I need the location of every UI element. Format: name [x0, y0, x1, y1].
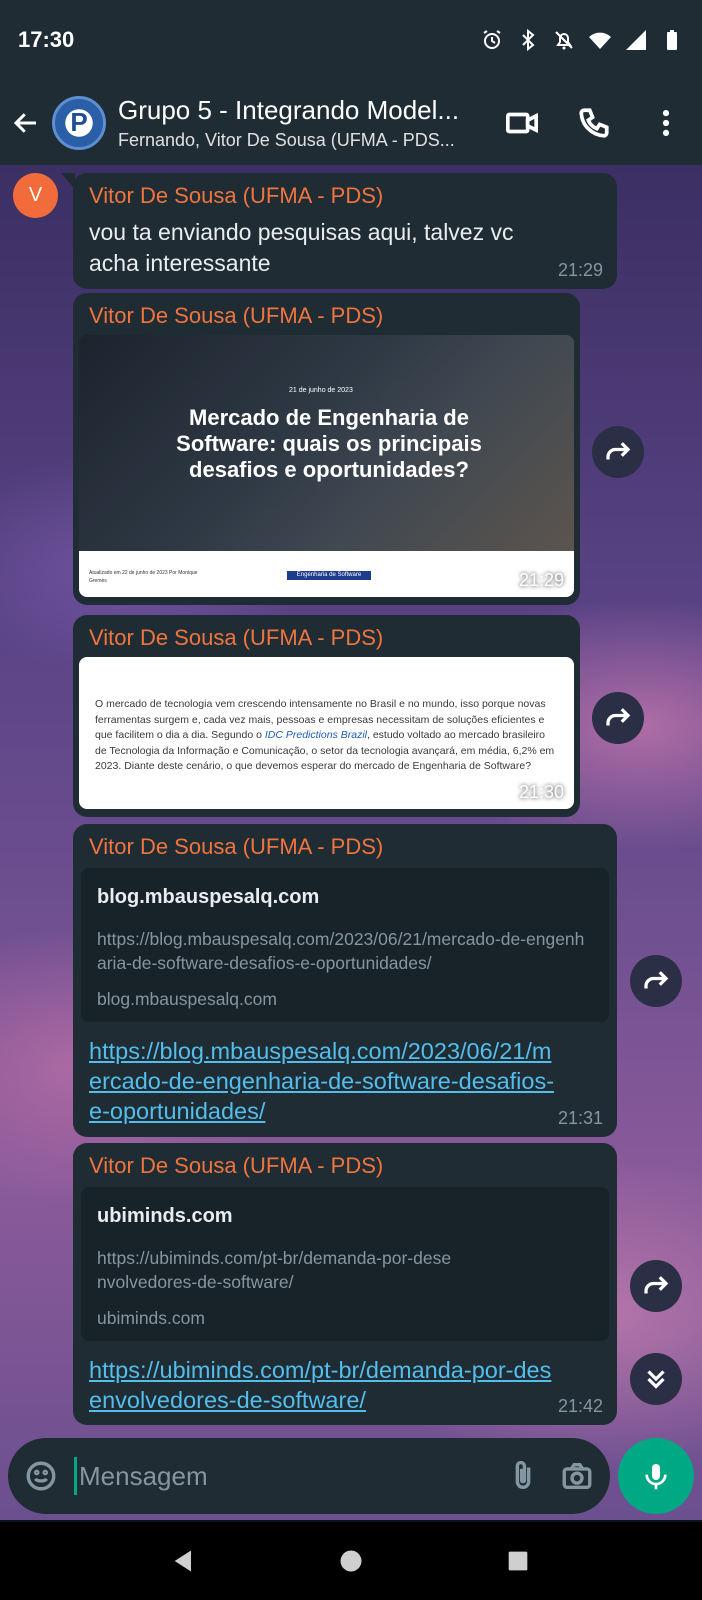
- link-preview-card[interactable]: blog.mbauspesalq.com https://blog.mbausp…: [81, 868, 609, 1022]
- forward-icon: [644, 971, 669, 989]
- link-wrapper: https://blog.mbauspesalq.com/2023/06/21/…: [81, 1036, 561, 1126]
- bluetooth-icon: [522, 28, 535, 52]
- message-composer: Mensagem: [8, 1438, 610, 1514]
- message-text: vou ta enviando pesquisas aqui, talvez v…: [89, 219, 514, 276]
- more-vert-icon: [662, 109, 670, 136]
- nav-recents-icon[interactable]: [504, 1547, 532, 1575]
- sender-name[interactable]: Vitor De Sousa (UFMA - PDS): [89, 625, 566, 651]
- group-avatar[interactable]: P: [52, 95, 106, 150]
- nav-home-icon[interactable]: [337, 1547, 365, 1575]
- back-arrow-icon: [13, 112, 36, 133]
- link-message-bubble[interactable]: Vitor De Sousa (UFMA - PDS) ubiminds.com…: [73, 1143, 617, 1425]
- nav-back-icon[interactable]: [170, 1547, 198, 1575]
- link-message-bubble[interactable]: Vitor De Sousa (UFMA - PDS) blog.mbauspe…: [73, 824, 617, 1137]
- sender-avatar[interactable]: V: [13, 173, 58, 218]
- paperclip-icon: [515, 1460, 531, 1489]
- message-bubble[interactable]: Vitor De Sousa (UFMA - PDS) vou ta envia…: [61, 173, 617, 289]
- image-message-bubble[interactable]: Vitor De Sousa (UFMA - PDS) 21 de junho …: [73, 293, 580, 605]
- sender-name[interactable]: Vitor De Sousa (UFMA - PDS): [81, 834, 609, 860]
- image-headline: Mercado de Engenharia de Software: quais…: [176, 405, 482, 482]
- attach-button[interactable]: [506, 1459, 540, 1493]
- emoji-button[interactable]: [24, 1459, 58, 1493]
- sender-name[interactable]: Vitor De Sousa (UFMA - PDS): [89, 303, 566, 329]
- link-preview-domain: blog.mbauspesalq.com: [97, 989, 277, 1009]
- message-link[interactable]: https://ubiminds.com/pt-br/demanda-por-d…: [89, 1357, 551, 1413]
- image-message-bubble[interactable]: Vitor De Sousa (UFMA - PDS) O mercado de…: [73, 615, 580, 817]
- text-caret: [74, 1457, 77, 1495]
- forward-button[interactable]: [630, 955, 682, 1007]
- link-preview-url: https://ubiminds.com/pt-br/demanda-por-d…: [97, 1248, 452, 1292]
- message-time: 21:31: [557, 1108, 603, 1128]
- chat-header: P Grupo 5 - Integrando Model... Fernando…: [0, 80, 702, 165]
- link-preview-card[interactable]: ubiminds.com https://ubiminds.com/pt-br/…: [81, 1187, 609, 1341]
- image-text-highlight: IDC Predictions Brazil: [264, 729, 367, 741]
- camera-icon: [562, 1462, 592, 1490]
- forward-button[interactable]: [592, 692, 644, 744]
- status-icons: [480, 28, 684, 52]
- camera-button[interactable]: [560, 1459, 594, 1493]
- alarm-icon: [483, 30, 501, 49]
- chat-title-area[interactable]: Grupo 5 - Integrando Model... Fernando, …: [118, 95, 478, 151]
- shared-image[interactable]: O mercado de tecnologia vem crescendo in…: [79, 657, 574, 809]
- video-camera-icon: [505, 112, 539, 133]
- shared-image[interactable]: 21 de junho de 2023 Mercado de Engenhari…: [79, 335, 574, 597]
- back-button[interactable]: [0, 80, 52, 165]
- status-time: 17:30: [18, 27, 75, 52]
- forward-button[interactable]: [592, 426, 644, 478]
- voice-message-button[interactable]: [618, 1438, 694, 1514]
- chat-participants: Fernando, Vitor De Sousa (UFMA - PDS...: [118, 129, 455, 150]
- image-footer-text: Atualizado em 22 de junho de 2023 Por Mo…: [89, 570, 198, 584]
- forward-button[interactable]: [630, 1260, 682, 1312]
- message-time: 21:30: [518, 782, 564, 802]
- microphone-icon: [645, 1464, 667, 1490]
- message-time: 21:29: [518, 570, 564, 590]
- sender-name[interactable]: Vitor De Sousa (UFMA - PDS): [89, 183, 603, 209]
- link-preview-url: https://blog.mbauspesalq.com/2023/06/21/…: [97, 929, 585, 973]
- image-category-tag: Engenharia de Software: [287, 571, 371, 580]
- image-footer-strip: Atualizado em 22 de junho de 2023 Por Mo…: [79, 551, 574, 597]
- header-actions: [486, 80, 702, 165]
- double-chevron-down-icon: [647, 1370, 665, 1389]
- voice-call-button[interactable]: [558, 80, 630, 165]
- signal-icon: [626, 30, 646, 50]
- image-date: 21 de junho de 2023: [289, 387, 353, 394]
- link-wrapper: https://ubiminds.com/pt-br/demanda-por-d…: [81, 1355, 561, 1415]
- forward-icon: [606, 708, 631, 726]
- message-input[interactable]: Mensagem: [79, 1461, 486, 1492]
- message-link[interactable]: https://blog.mbauspesalq.com/2023/06/21/…: [89, 1038, 554, 1124]
- status-bar: 17:30: [0, 0, 702, 80]
- video-call-button[interactable]: [486, 80, 558, 165]
- system-nav-bar: [0, 1522, 702, 1600]
- mute-bell-icon: [555, 31, 573, 50]
- phone-icon: [579, 107, 609, 138]
- message-time: 21:42: [557, 1396, 603, 1416]
- more-options-button[interactable]: [630, 80, 702, 165]
- emoji-icon: [26, 1461, 56, 1491]
- link-preview-title: blog.mbauspesalq.com: [97, 886, 320, 908]
- wifi-icon: [589, 32, 611, 49]
- sender-name[interactable]: Vitor De Sousa (UFMA - PDS): [81, 1153, 609, 1179]
- chat-title: Grupo 5 - Integrando Model...: [118, 94, 460, 125]
- battery-icon: [667, 30, 677, 50]
- message-time: 21:29: [557, 260, 603, 280]
- link-preview-title: ubiminds.com: [97, 1205, 233, 1227]
- image-paragraph: O mercado de tecnologia vem crescendo in…: [95, 697, 558, 775]
- link-preview-domain: ubiminds.com: [97, 1308, 205, 1328]
- scroll-to-bottom-button[interactable]: [630, 1353, 682, 1405]
- forward-icon: [644, 1276, 669, 1294]
- forward-icon: [606, 442, 631, 460]
